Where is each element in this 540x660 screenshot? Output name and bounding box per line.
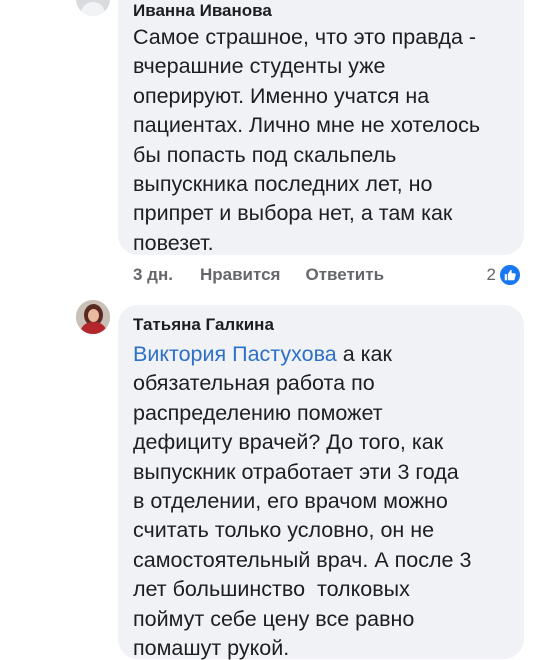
like-button[interactable]: Нравится	[200, 265, 281, 285]
reply-button[interactable]: Ответить	[305, 265, 384, 285]
avatar-placeholder-body	[81, 2, 105, 16]
reaction-count: 2	[486, 265, 496, 284]
comment-text: Виктория Пастухова а как обязательная ра…	[133, 340, 508, 660]
reaction-summary[interactable]: 2	[487, 263, 522, 287]
thumbs-up-icon	[498, 263, 522, 287]
comment-timestamp[interactable]: 3 дн.	[133, 265, 173, 285]
comment-author[interactable]: Иванна Иванова	[133, 0, 508, 22]
comment-actions: 3 дн. Нравится Ответить	[133, 263, 384, 287]
avatar-photo-face	[88, 309, 99, 322]
comment-author[interactable]: Татьяна Галкина	[133, 314, 508, 336]
comments-thread: Иванна Иванова Самое страшное, что это п…	[0, 0, 540, 660]
avatar[interactable]	[76, 0, 110, 16]
mention-link[interactable]: Виктория Пастухова	[133, 342, 337, 366]
comment-text: Самое страшное, что это правда - вчерашн…	[133, 25, 481, 255]
comment-text-body: а как обязательная работа по распределен…	[133, 342, 472, 660]
avatar[interactable]	[76, 300, 110, 334]
comment-bubble: Иванна Иванова Самое страшное, что это п…	[118, 0, 524, 255]
comment-bubble: Татьяна Галкина Виктория Пастухова а как…	[118, 305, 524, 660]
